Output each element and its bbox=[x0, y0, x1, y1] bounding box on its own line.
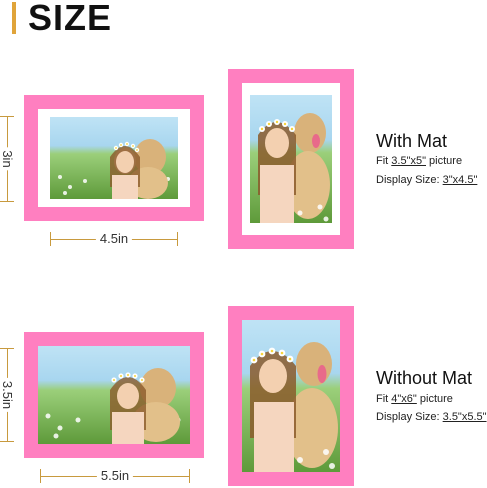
display-value: 3"x4.5" bbox=[442, 174, 478, 186]
girl-and-dog-photo bbox=[242, 320, 340, 472]
portrait-frame-without-mat bbox=[228, 306, 354, 486]
fit-suffix: picture bbox=[416, 393, 453, 405]
frame-mat bbox=[242, 83, 340, 235]
width-dimension-without-mat: 5.5in bbox=[40, 467, 190, 485]
girl-and-dog-photo bbox=[50, 117, 178, 199]
height-dimension-without-mat: 3.5in bbox=[0, 348, 15, 442]
portrait-frame-with-mat bbox=[228, 69, 354, 249]
frame-mat bbox=[38, 109, 190, 207]
girl-and-dog-photo bbox=[250, 95, 332, 223]
width-label: 5.5in bbox=[96, 467, 134, 485]
fit-value: 3.5"x5" bbox=[391, 155, 426, 167]
width-dimension-with-mat: 4.5in bbox=[50, 230, 178, 248]
height-label: 3.5in bbox=[0, 377, 15, 413]
display-prefix: Display Size: bbox=[376, 174, 443, 186]
girl-and-dog-photo bbox=[38, 346, 190, 444]
fit-value: 4"x6" bbox=[391, 393, 417, 405]
without-mat-fit-text: Fit 4"x6" picture bbox=[376, 392, 453, 406]
display-value: 3.5"x5.5" bbox=[442, 411, 487, 423]
fit-prefix: Fit bbox=[376, 393, 392, 405]
width-label: 4.5in bbox=[95, 230, 133, 248]
with-mat-display-size: Display Size: 3"x4.5" bbox=[376, 173, 477, 187]
display-prefix: Display Size: bbox=[376, 411, 443, 423]
without-mat-heading: Without Mat bbox=[376, 368, 473, 388]
landscape-frame-with-mat bbox=[24, 95, 204, 221]
page-title: SIZE bbox=[28, 0, 113, 38]
height-dimension-with-mat: 3in bbox=[0, 116, 15, 202]
with-mat-fit-text: Fit 3.5"x5" picture bbox=[376, 154, 462, 168]
with-mat-heading: With Mat bbox=[376, 131, 448, 151]
fit-suffix: picture bbox=[426, 155, 463, 167]
without-mat-display-size: Display Size: 3.5"x5.5" bbox=[376, 410, 487, 424]
height-label: 3in bbox=[0, 147, 15, 171]
landscape-frame-without-mat bbox=[24, 332, 204, 458]
fit-prefix: Fit bbox=[376, 155, 392, 167]
title-accent-bar bbox=[12, 2, 16, 34]
